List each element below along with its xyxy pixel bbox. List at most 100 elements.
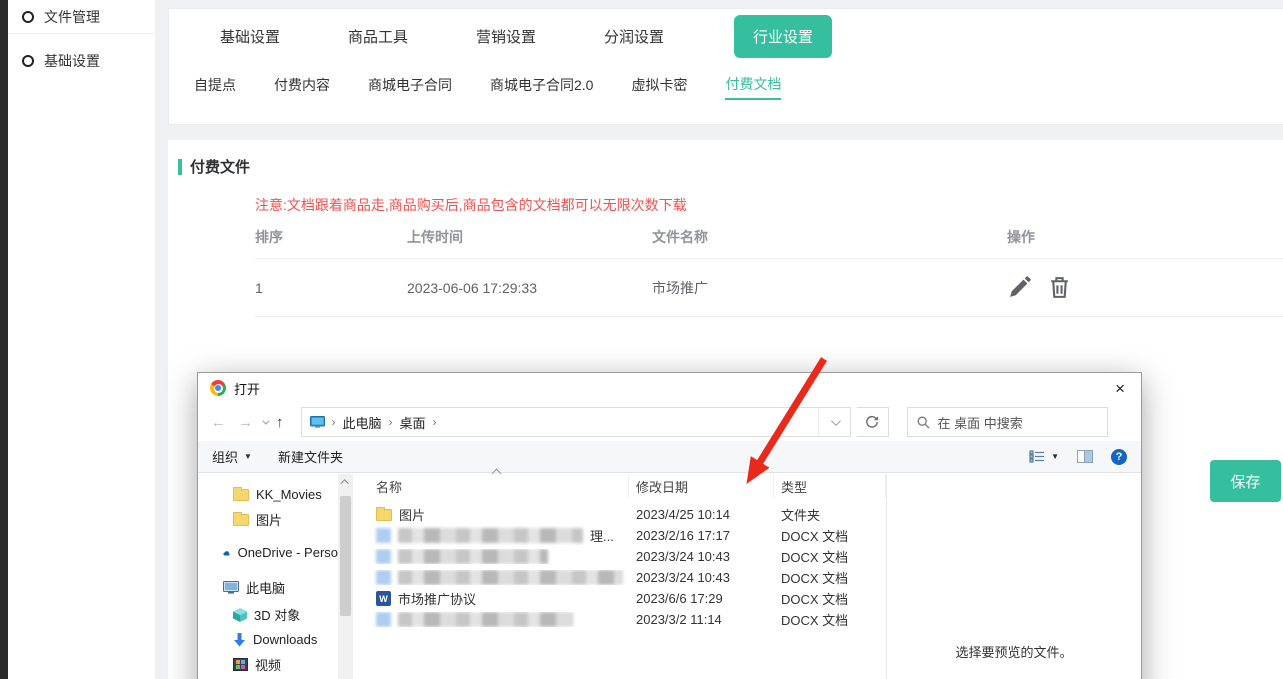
cube-icon bbox=[233, 608, 247, 622]
folder-tree: KK_Movies 图片 OneDrive - Perso bbox=[198, 474, 338, 679]
up-icon[interactable]: ↑ bbox=[273, 414, 287, 431]
preview-pane: 选择要预览的文件。 bbox=[886, 474, 1141, 679]
file-name: 图片 bbox=[399, 505, 425, 524]
help-icon[interactable]: ? bbox=[1111, 449, 1127, 465]
cell-upload-time: 2023-06-06 17:29:33 bbox=[407, 280, 652, 296]
file-row-pictures[interactable]: 图片 2023/4/25 10:14 文件夹 bbox=[353, 504, 886, 525]
col-header-sort: 排序 bbox=[255, 227, 407, 247]
file-row-redacted[interactable]: 2023/3/2 11:14 DOCX 文档 bbox=[353, 609, 886, 630]
cell-actions bbox=[1007, 275, 1283, 300]
tab-mall-econtract-2[interactable]: 商城电子合同2.0 bbox=[490, 75, 593, 99]
folder-icon bbox=[233, 489, 249, 501]
col-name-label: 名称 bbox=[376, 477, 402, 496]
file-date: 2023/2/16 17:17 bbox=[629, 528, 774, 543]
back-icon[interactable]: ← bbox=[208, 414, 229, 431]
tree-item-pictures-folder[interactable]: 图片 bbox=[198, 507, 338, 532]
dialog-title-bar[interactable]: 打开 × bbox=[198, 373, 1141, 403]
view-mode-button[interactable]: ▼ bbox=[1029, 450, 1059, 463]
address-dropdown-icon[interactable] bbox=[818, 408, 850, 436]
tree-scrollbar[interactable] bbox=[338, 474, 353, 679]
section-title: 付费文件 bbox=[168, 140, 1283, 177]
refresh-icon bbox=[865, 415, 879, 429]
file-row-marketing-agreement[interactable]: W 市场推广协议 2023/6/6 17:29 DOCX 文档 bbox=[353, 588, 886, 609]
history-chevron-icon[interactable] bbox=[262, 417, 269, 424]
file-list: 名称 修改日期 类型 图片 2023/4/25 10:14 bbox=[353, 474, 886, 679]
dialog-body: KK_Movies 图片 OneDrive - Perso bbox=[198, 474, 1141, 679]
download-icon bbox=[233, 633, 246, 647]
col-header-name[interactable]: 名称 bbox=[353, 474, 629, 498]
delete-icon[interactable] bbox=[1048, 275, 1071, 300]
col-header-type[interactable]: 类型 bbox=[774, 474, 886, 498]
edit-icon[interactable] bbox=[1007, 275, 1032, 300]
redacted-file-icon bbox=[376, 528, 391, 543]
tab-mall-econtract[interactable]: 商城电子合同 bbox=[368, 75, 452, 99]
tab-profit-settings[interactable]: 分润设置 bbox=[570, 26, 698, 47]
dialog-nav-bar: ← → ↑ › 此电脑 › 桌面 › bbox=[198, 403, 1141, 441]
file-type: DOCX 文档 bbox=[774, 526, 886, 545]
file-row-redacted[interactable]: 2023/3/24 10:43 DOCX 文档 bbox=[353, 567, 886, 588]
tab-basic-settings[interactable]: 基础设置 bbox=[186, 26, 314, 47]
scroll-up-icon[interactable] bbox=[338, 474, 353, 489]
tab-paid-documents[interactable]: 付费文档 bbox=[725, 74, 781, 100]
tree-item-downloads[interactable]: Downloads bbox=[198, 627, 338, 652]
tree-label: 3D 对象 bbox=[254, 605, 300, 624]
computer-icon bbox=[310, 416, 325, 429]
organize-caret-icon: ▼ bbox=[244, 452, 252, 461]
col-header-date[interactable]: 修改日期 bbox=[629, 474, 774, 498]
refresh-button[interactable] bbox=[857, 407, 889, 437]
dialog-toolbar: 组织 ▼ 新建文件夹 ▼ ? bbox=[198, 441, 1141, 473]
address-bar[interactable]: › 此电脑 › 桌面 › bbox=[301, 407, 851, 437]
search-box[interactable]: 在 桌面 中搜索 bbox=[907, 407, 1108, 437]
tab-paid-content[interactable]: 付费内容 bbox=[274, 75, 330, 99]
col-date-label: 修改日期 bbox=[636, 477, 688, 496]
new-folder-button[interactable]: 新建文件夹 bbox=[278, 447, 343, 466]
paid-files-table: 排序 上传时间 文件名称 操作 1 2023-06-06 17:29:33 市场… bbox=[255, 215, 1283, 317]
breadcrumb-desktop[interactable]: 桌面 bbox=[400, 413, 426, 432]
redacted-name bbox=[398, 549, 548, 564]
tree-item-kk-movies[interactable]: KK_Movies bbox=[198, 482, 338, 507]
file-row-redacted[interactable]: 理... 2023/2/16 17:17 DOCX 文档 bbox=[353, 525, 886, 546]
tab-industry-settings[interactable]: 行业设置 bbox=[734, 15, 832, 58]
breadcrumb-this-pc[interactable]: 此电脑 bbox=[343, 413, 382, 432]
breadcrumb-separator: › bbox=[433, 415, 437, 429]
close-icon[interactable]: × bbox=[1111, 378, 1129, 399]
window-edge-strip bbox=[0, 0, 8, 679]
new-folder-label: 新建文件夹 bbox=[278, 447, 343, 466]
tree-item-onedrive[interactable]: OneDrive - Perso bbox=[198, 538, 338, 567]
save-button[interactable]: 保存 bbox=[1210, 460, 1281, 502]
file-name-suffix: 理... bbox=[590, 526, 614, 545]
folder-icon bbox=[233, 514, 249, 526]
file-row-redacted[interactable]: 2023/3/24 10:43 DOCX 文档 bbox=[353, 546, 886, 567]
video-icon bbox=[233, 658, 248, 671]
tab-marketing-settings[interactable]: 营销设置 bbox=[442, 26, 570, 47]
col-header-actions: 操作 bbox=[1007, 227, 1283, 247]
tree-item-this-pc[interactable]: 此电脑 bbox=[198, 573, 338, 602]
breadcrumb: › 此电脑 › 桌面 › bbox=[302, 413, 818, 432]
tab-virtual-card[interactable]: 虚拟卡密 bbox=[631, 75, 687, 99]
sidebar-item-file-management[interactable]: 文件管理 bbox=[8, 0, 155, 34]
redacted-file-icon bbox=[376, 549, 391, 564]
organize-menu[interactable]: 组织 ▼ bbox=[212, 447, 252, 466]
tree-label: 视频 bbox=[255, 655, 281, 674]
redacted-name bbox=[398, 528, 583, 543]
forward-icon[interactable]: → bbox=[235, 414, 256, 431]
col-header-file-name: 文件名称 bbox=[652, 227, 1007, 247]
file-rows: 图片 2023/4/25 10:14 文件夹 理... 2023/2/16 17… bbox=[353, 498, 886, 630]
sidebar: 文件管理 基础设置 bbox=[8, 0, 155, 679]
radio-circle-icon bbox=[22, 11, 34, 23]
scrollbar-thumb[interactable] bbox=[340, 496, 351, 616]
file-type: 文件夹 bbox=[774, 505, 886, 524]
tab-pickup-point[interactable]: 自提点 bbox=[194, 75, 236, 99]
file-type: DOCX 文档 bbox=[774, 589, 886, 608]
preview-pane-icon[interactable] bbox=[1077, 450, 1093, 463]
file-type: DOCX 文档 bbox=[774, 568, 886, 587]
tree-item-videos[interactable]: 视频 bbox=[198, 652, 338, 677]
search-icon bbox=[917, 416, 930, 429]
sidebar-item-basic-settings[interactable]: 基础设置 bbox=[8, 44, 155, 78]
sidebar-item-label: 基础设置 bbox=[44, 51, 100, 71]
tab-product-tools[interactable]: 商品工具 bbox=[314, 26, 442, 47]
redacted-file-icon bbox=[376, 612, 391, 627]
file-date: 2023/3/24 10:43 bbox=[629, 549, 774, 564]
tree-item-3d-objects[interactable]: 3D 对象 bbox=[198, 602, 338, 627]
title-accent-bar bbox=[178, 159, 182, 175]
